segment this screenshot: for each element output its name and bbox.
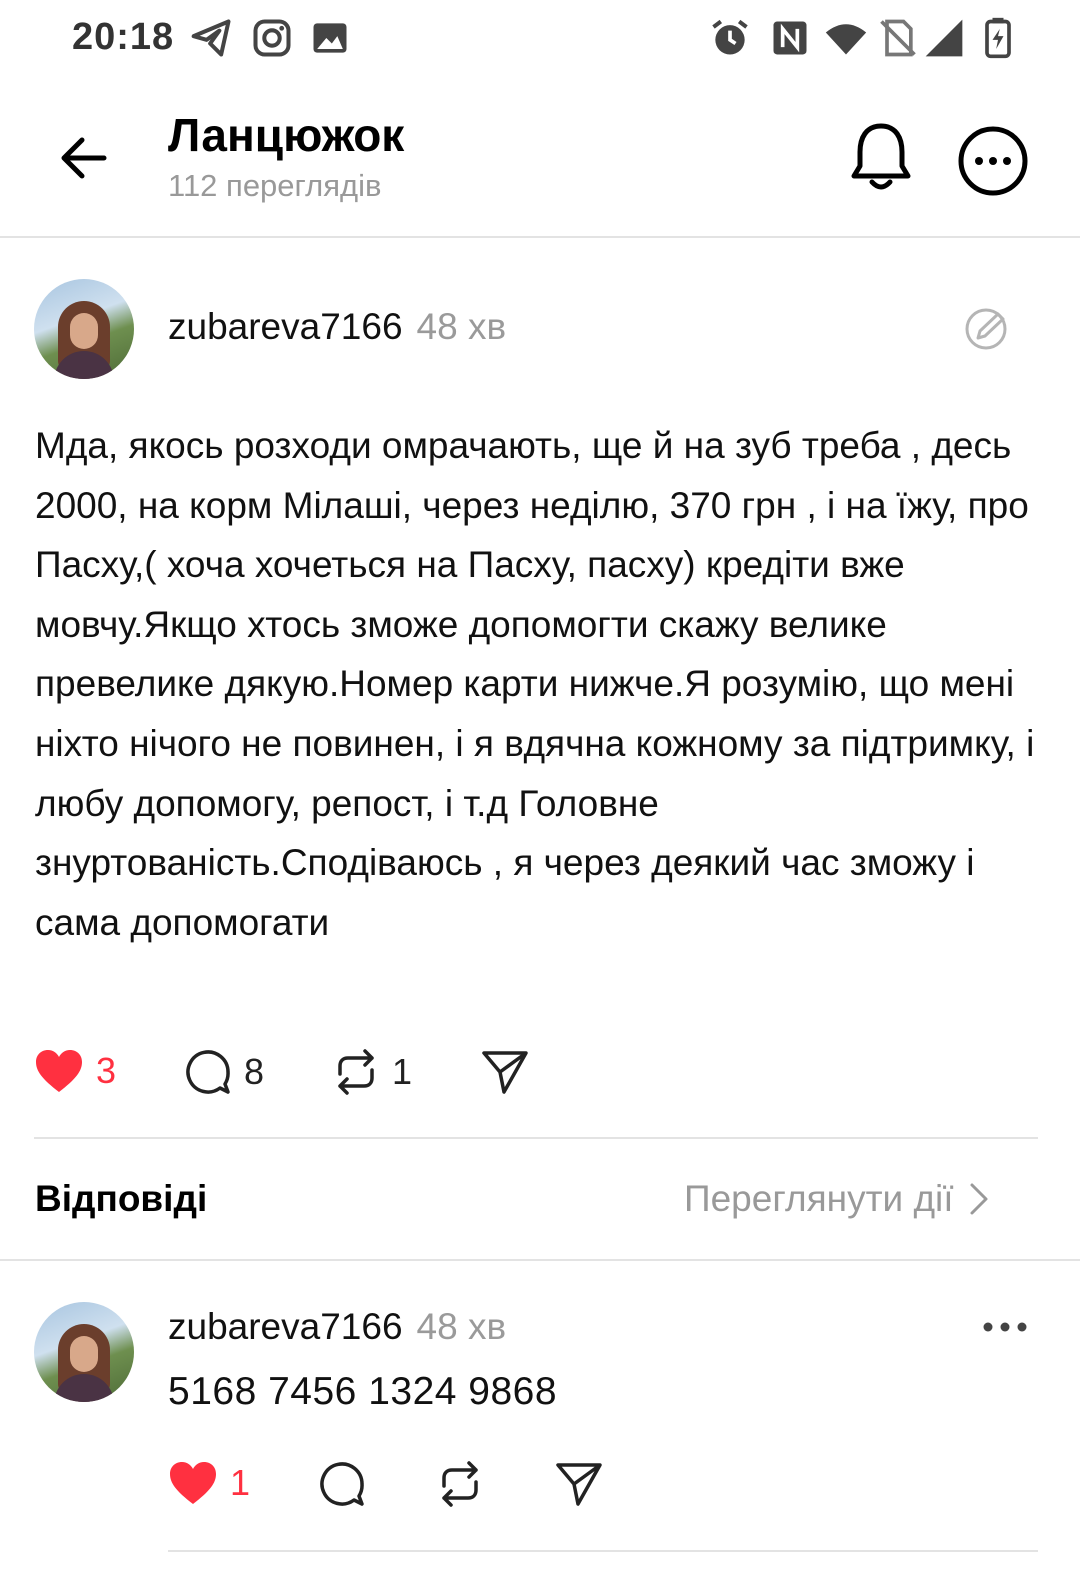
reply-like-button[interactable]: 1 <box>168 1460 250 1506</box>
reply-divider <box>168 1550 1038 1552</box>
instagram-icon <box>253 19 291 57</box>
wifi-icon <box>825 24 867 55</box>
reply-more-icon[interactable] <box>980 1316 1030 1338</box>
repost-button[interactable]: 1 <box>332 1048 412 1096</box>
page-title: Ланцюжок <box>168 109 405 161</box>
reply-repost-icon[interactable] <box>436 1460 484 1508</box>
more-options-icon[interactable] <box>956 124 1030 198</box>
reply-text: 5168 7456 1324 9868 <box>168 1370 558 1413</box>
post-username[interactable]: zubareva7166 <box>168 306 403 348</box>
comment-count: 8 <box>244 1051 265 1092</box>
repost-icon <box>338 1049 374 1095</box>
reply-time: 48 хв <box>416 1306 507 1347</box>
status-time: 20:18 <box>72 16 175 58</box>
back-button[interactable] <box>50 128 118 188</box>
alarm-icon <box>712 19 748 55</box>
battery-charging-icon <box>985 17 1011 59</box>
gallery-icon <box>313 23 347 53</box>
reply-comment-icon[interactable] <box>318 1460 366 1508</box>
views-count: 112 переглядів <box>168 168 382 203</box>
nfc-icon <box>773 21 807 55</box>
like-count: 3 <box>96 1050 117 1091</box>
header-divider <box>0 236 1080 238</box>
comment-button[interactable]: 8 <box>184 1048 264 1096</box>
signal-icon <box>925 19 963 57</box>
reply-share-icon[interactable] <box>554 1460 604 1508</box>
telegram-icon <box>191 19 231 57</box>
post-time: 48 хв <box>416 306 507 347</box>
like-button[interactable]: 3 <box>34 1048 116 1094</box>
bell-icon[interactable] <box>846 120 916 196</box>
chevron-right-icon <box>970 1183 988 1215</box>
post-text: Мда, якось розходи омрачають, ще й на зу… <box>35 425 1035 943</box>
replies-divider <box>0 1259 1080 1261</box>
view-actions-link[interactable]: Переглянути дії <box>684 1178 992 1220</box>
reply-username[interactable]: zubareva7166 <box>168 1306 403 1348</box>
heart-filled-icon <box>36 1050 82 1092</box>
no-sim-icon <box>880 19 916 57</box>
view-actions-label: Переглянути дії <box>684 1178 954 1219</box>
heart-filled-icon <box>170 1462 216 1504</box>
reply-avatar[interactable] <box>34 1302 134 1402</box>
edit-icon[interactable] <box>962 306 1012 352</box>
comment-icon <box>186 1050 230 1094</box>
post-divider <box>34 1137 1038 1139</box>
share-icon[interactable] <box>480 1048 530 1096</box>
replies-title: Відповіді <box>35 1178 208 1219</box>
reply-like-count: 1 <box>230 1462 251 1503</box>
repost-count: 1 <box>392 1051 413 1092</box>
avatar[interactable] <box>34 279 134 379</box>
